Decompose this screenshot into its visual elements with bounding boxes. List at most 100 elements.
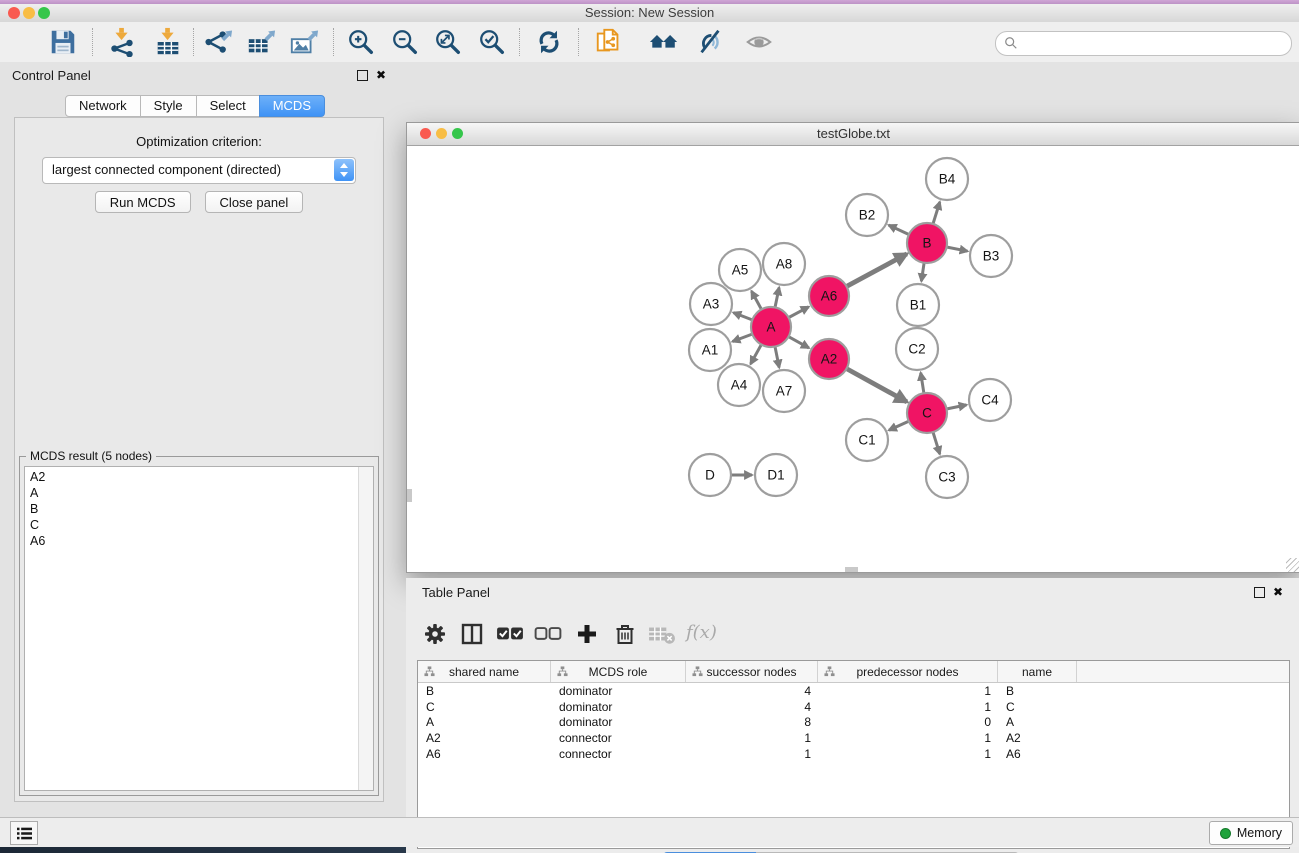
mcds-result-items: A2ABCA6: [25, 469, 373, 549]
cell-successor-nodes: 4: [686, 700, 818, 714]
zoom-fit-icon: [433, 27, 463, 57]
result-item[interactable]: A6: [25, 533, 373, 549]
svg-text:C: C: [922, 406, 932, 421]
export-image-button[interactable]: [289, 27, 319, 57]
vertical-scrollbar-thumb[interactable]: [407, 489, 412, 502]
save-session-button[interactable]: [48, 27, 78, 57]
show-columns-button[interactable]: [460, 622, 484, 646]
deselect-all-button[interactable]: [534, 622, 562, 646]
column-header-mcds-role[interactable]: MCDS role: [551, 661, 686, 682]
memory-label: Memory: [1237, 826, 1282, 840]
column-header-shared-name[interactable]: shared name: [418, 661, 551, 682]
table-settings-button[interactable]: [423, 622, 447, 646]
tab-mcds[interactable]: MCDS: [259, 95, 325, 117]
result-item[interactable]: A2: [25, 469, 373, 485]
toolbar-separator: [519, 28, 520, 56]
svg-text:A4: A4: [731, 378, 748, 393]
import-network-icon: [107, 27, 137, 57]
task-history-button[interactable]: [10, 821, 38, 845]
window-resize-grip[interactable]: [1286, 558, 1299, 572]
export-table-button[interactable]: [246, 27, 276, 57]
zoom-in-icon: [346, 27, 376, 57]
zoom-traffic-light[interactable]: [38, 7, 50, 19]
network-zoom-traffic-light[interactable]: [452, 128, 463, 139]
float-panel-icon[interactable]: [357, 70, 368, 81]
network-canvas[interactable]: B4B2BB3A8A5A6A3B1AA1C2A2A4A7C4CC1C3DD1: [407, 146, 1299, 572]
save-floppy-icon: [48, 27, 78, 57]
optimization-criterion-label: Optimization criterion:: [15, 134, 383, 149]
show-network-button[interactable]: [744, 27, 774, 57]
float-panel-icon[interactable]: [1254, 587, 1265, 598]
cell-successor-nodes: 8: [686, 715, 818, 729]
export-table-icon: [246, 27, 276, 57]
network-window: testGlobe.txt B4B2BB3A8A5A6A3B1AA1C2A2A4…: [406, 122, 1299, 573]
minimize-traffic-light[interactable]: [23, 7, 35, 19]
close-traffic-light[interactable]: [8, 7, 20, 19]
table-row[interactable]: Bdominator41B: [418, 683, 1289, 699]
column-header-successor-nodes[interactable]: successor nodes: [686, 661, 818, 682]
table-row[interactable]: A2connector11A2: [418, 730, 1289, 746]
network-close-traffic-light[interactable]: [420, 128, 431, 139]
hide-network-button[interactable]: [695, 27, 725, 57]
column-label: MCDS role: [589, 665, 648, 679]
tab-network[interactable]: Network: [65, 95, 141, 117]
column-header-predecessor-nodes[interactable]: predecessor nodes: [818, 661, 998, 682]
duplicate-network-button[interactable]: [594, 27, 624, 57]
mcds-result-title: MCDS result (5 nodes): [26, 449, 156, 463]
select-stepper-icon[interactable]: [334, 159, 354, 181]
export-network-button[interactable]: [203, 27, 233, 57]
network-minimize-traffic-light[interactable]: [436, 128, 447, 139]
tab-style[interactable]: Style: [140, 95, 197, 117]
zoom-selected-button[interactable]: [477, 27, 507, 57]
memory-button[interactable]: Memory: [1209, 821, 1293, 845]
refresh-network-button[interactable]: [534, 27, 564, 57]
select-all-button[interactable]: [496, 622, 524, 646]
search-field[interactable]: [995, 31, 1292, 56]
network-graph[interactable]: B4B2BB3A8A5A6A3B1AA1C2A2A4A7C4CC1C3DD1: [407, 146, 1298, 571]
cell-name: A6: [998, 747, 1077, 761]
svg-text:A3: A3: [703, 297, 720, 312]
column-header-name[interactable]: name: [998, 661, 1077, 682]
import-network-button[interactable]: [107, 27, 137, 57]
cell-mcds-role: dominator: [551, 684, 686, 698]
delete-column-button[interactable]: [613, 622, 637, 646]
open-session-button[interactable]: [7, 27, 37, 57]
result-item[interactable]: A: [25, 485, 373, 501]
cell-shared-name: C: [418, 700, 551, 714]
close-panel-button[interactable]: Close panel: [205, 191, 304, 213]
search-input[interactable]: [1022, 33, 1286, 54]
list-icon: [16, 826, 33, 841]
zoom-out-button[interactable]: [390, 27, 420, 57]
app-titlebar[interactable]: Session: New Session: [0, 4, 1299, 23]
control-panel-window-buttons: ✖: [357, 70, 386, 81]
run-mcds-button[interactable]: Run MCDS: [95, 191, 191, 213]
svg-text:C1: C1: [858, 433, 875, 448]
result-list-scrollbar[interactable]: [358, 467, 373, 790]
tab-select[interactable]: Select: [196, 95, 260, 117]
close-panel-icon[interactable]: ✖: [1273, 587, 1283, 598]
cell-shared-name: A2: [418, 731, 551, 745]
function-builder-button[interactable]: f(x): [686, 622, 717, 643]
result-item[interactable]: C: [25, 517, 373, 533]
close-panel-icon[interactable]: ✖: [376, 70, 386, 81]
import-table-button[interactable]: [153, 27, 183, 57]
delete-table-button[interactable]: [648, 622, 676, 646]
table-row[interactable]: Adominator80A: [418, 714, 1289, 730]
table-row[interactable]: Cdominator41C: [418, 699, 1289, 715]
horizontal-scrollbar-thumb[interactable]: [845, 567, 858, 572]
show-all-networks-button[interactable]: [649, 27, 679, 57]
cell-mcds-role: dominator: [551, 715, 686, 729]
gear-icon: [423, 622, 447, 646]
optimization-criterion-select[interactable]: largest connected component (directed): [42, 157, 356, 184]
result-item[interactable]: B: [25, 501, 373, 517]
zoom-in-button[interactable]: [346, 27, 376, 57]
network-window-titlebar[interactable]: testGlobe.txt: [407, 123, 1299, 146]
table-panel: Table Panel ✖: [406, 578, 1299, 853]
add-column-button[interactable]: [575, 622, 599, 646]
svg-text:A2: A2: [821, 352, 838, 367]
selected-criterion: largest connected component (directed): [52, 158, 281, 182]
cell-predecessor-nodes: 1: [818, 747, 998, 761]
zoom-fit-button[interactable]: [433, 27, 463, 57]
columns-icon: [460, 622, 484, 646]
table-row[interactable]: A6connector11A6: [418, 746, 1289, 762]
